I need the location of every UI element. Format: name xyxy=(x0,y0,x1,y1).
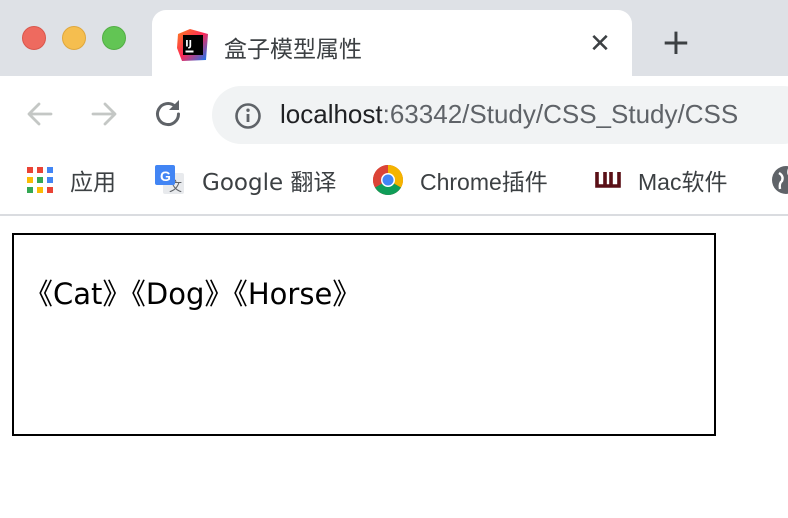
chrome-icon xyxy=(372,165,404,196)
w-logo-icon xyxy=(595,172,621,188)
tab-close-icon[interactable]: ✕ xyxy=(586,30,614,58)
window-minimize-button[interactable] xyxy=(62,26,86,50)
bookmark-apps[interactable]: 应用 xyxy=(26,162,116,198)
browser-toolbar: localhost:63342/Study/CSS_Study/CSS xyxy=(0,76,788,152)
bookmark-google-translate[interactable]: 文 G Google 翻译 xyxy=(154,162,336,198)
bookmark-mac-software[interactable]: Mac软件 xyxy=(594,162,727,198)
window-maximize-button[interactable] xyxy=(102,26,126,50)
bookmarks-bar: 应用 文 G Google 翻译 Chrome插件 Mac软件 xyxy=(0,152,788,214)
reload-icon[interactable] xyxy=(150,96,186,132)
url-text[interactable]: localhost:63342/Study/CSS_Study/CSS xyxy=(280,99,738,130)
new-tab-button[interactable]: + xyxy=(658,25,694,62)
apps-grid-icon xyxy=(27,167,53,193)
bookmark-label: Chrome插件 xyxy=(420,169,548,195)
info-icon[interactable] xyxy=(234,102,262,130)
bookmark-chrome-plugins[interactable]: Chrome插件 xyxy=(372,162,548,198)
browser-window: IJ 盒子模型属性 ✕ + localhost:63342/Study/CSS_… xyxy=(0,0,788,518)
google-translate-icon: 文 G xyxy=(155,165,184,195)
active-tab[interactable]: IJ 盒子模型属性 ✕ xyxy=(152,10,632,76)
tab-strip: IJ 盒子模型属性 ✕ + xyxy=(0,0,788,76)
window-close-button[interactable] xyxy=(22,26,46,50)
svg-text:IJ: IJ xyxy=(185,40,192,50)
box-text: 《Cat》《Dog》《Horse》 xyxy=(24,277,362,311)
arrow-right-icon[interactable] xyxy=(86,96,122,132)
svg-text:G: G xyxy=(160,168,171,184)
arrow-left-icon[interactable] xyxy=(22,96,58,132)
globe-icon[interactable] xyxy=(770,164,788,196)
tab-title: 盒子模型属性 xyxy=(224,37,362,63)
address-bar[interactable]: localhost:63342/Study/CSS_Study/CSS xyxy=(212,86,788,144)
url-path: :63342/Study/CSS_Study/CSS xyxy=(382,99,739,129)
url-host: localhost xyxy=(280,99,383,129)
intellij-icon: IJ xyxy=(177,29,208,61)
bookmark-label: Mac软件 xyxy=(638,169,728,195)
page-content: 《Cat》《Dog》《Horse》 xyxy=(0,216,788,518)
content-box: 《Cat》《Dog》《Horse》 xyxy=(12,233,716,436)
bookmark-label: Google 翻译 xyxy=(202,170,337,196)
bookmark-label: 应用 xyxy=(70,170,116,196)
